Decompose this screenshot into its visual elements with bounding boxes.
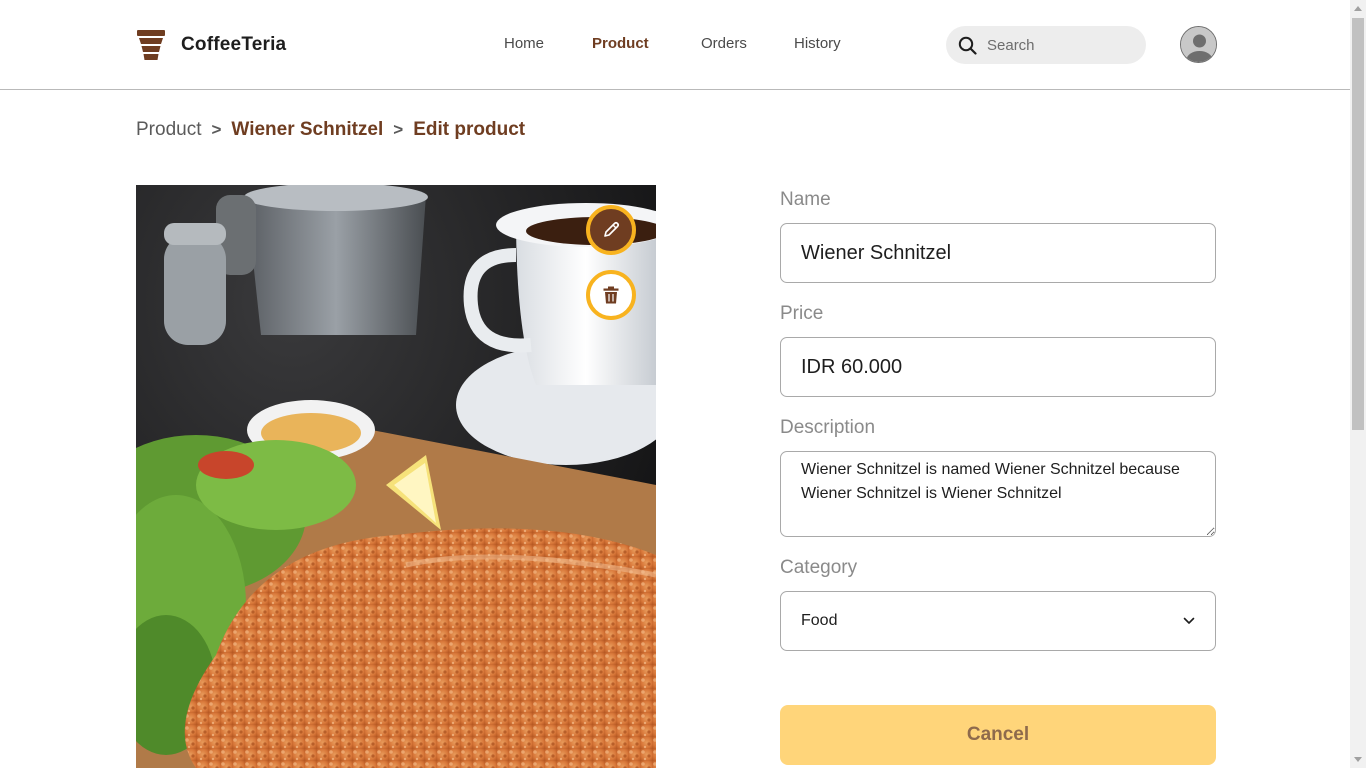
- breadcrumb-item[interactable]: Wiener Schnitzel: [231, 119, 383, 141]
- price-label: Price: [780, 303, 824, 324]
- search-icon: [958, 36, 977, 55]
- user-avatar[interactable]: [1180, 26, 1217, 63]
- scroll-down-arrow[interactable]: [1354, 757, 1362, 762]
- delete-image-button[interactable]: [586, 270, 636, 320]
- name-input[interactable]: [780, 223, 1216, 283]
- main-nav: Home Product Orders History: [0, 35, 1350, 55]
- edit-image-button[interactable]: [586, 205, 636, 255]
- breadcrumb: Product > Wiener Schnitzel > Edit produc…: [136, 119, 525, 141]
- search-input[interactable]: [987, 36, 1127, 54]
- name-label: Name: [780, 189, 831, 210]
- top-header: CoffeeTeria Home Product Orders History: [0, 0, 1350, 90]
- scroll-up-arrow[interactable]: [1354, 6, 1362, 11]
- breadcrumb-product[interactable]: Product: [136, 119, 201, 141]
- price-input[interactable]: [780, 337, 1216, 397]
- search-bar[interactable]: [946, 26, 1146, 64]
- schnitzel-photo: [136, 185, 656, 768]
- scroll-thumb[interactable]: [1352, 18, 1364, 430]
- breadcrumb-separator: >: [211, 120, 222, 139]
- breadcrumb-separator: >: [393, 120, 404, 139]
- pencil-icon: [604, 221, 620, 237]
- nav-history[interactable]: History: [794, 35, 841, 52]
- product-image: [136, 185, 656, 768]
- page-scrollbar[interactable]: [1350, 0, 1366, 768]
- description-label: Description: [780, 417, 876, 438]
- category-select[interactable]: Food: [780, 591, 1216, 651]
- nav-home[interactable]: Home: [504, 35, 544, 52]
- category-label: Category: [780, 557, 858, 578]
- nav-product[interactable]: Product: [592, 35, 649, 52]
- breadcrumb-current: Edit product: [413, 119, 526, 140]
- description-textarea[interactable]: Wiener Schnitzel is named Wiener Schnitz…: [780, 451, 1216, 537]
- cancel-button[interactable]: Cancel: [780, 705, 1216, 765]
- trash-icon: [603, 286, 619, 304]
- chevron-down-icon: [1183, 617, 1195, 624]
- user-avatar-icon: [1181, 27, 1216, 62]
- category-selected-value: Food: [801, 612, 838, 629]
- nav-orders[interactable]: Orders: [701, 35, 747, 52]
